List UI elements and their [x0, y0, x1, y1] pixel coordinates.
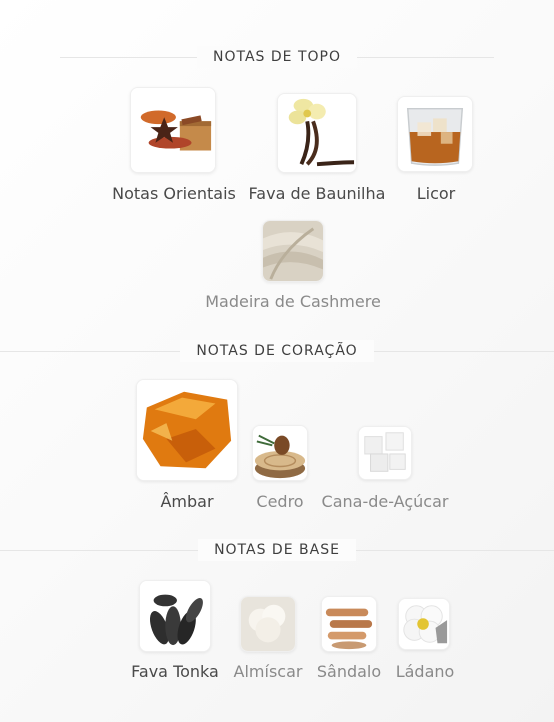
top-notes-title: NOTAS DE TOPO: [197, 46, 357, 68]
note-label: Fava Tonka: [131, 662, 219, 681]
note-label: Almíscar: [233, 662, 303, 681]
spices-icon: [130, 87, 216, 173]
vanilla-bean-icon: [277, 93, 357, 173]
top-notes-header: NOTAS DE TOPO: [0, 46, 554, 68]
tonka-beans-icon: [139, 580, 211, 652]
note-label: Cedro: [256, 492, 304, 511]
note-label: Madeira de Cashmere: [205, 292, 381, 311]
heart-notes-header: NOTAS DE CORAÇÃO: [0, 340, 554, 362]
cashmere-fabric-icon: [262, 220, 324, 282]
cistus-flower-icon: [398, 598, 450, 650]
heart-notes-title: NOTAS DE CORAÇÃO: [180, 340, 374, 362]
note-label: Sândalo: [316, 662, 382, 681]
base-notes-header: NOTAS DE BASE: [0, 539, 554, 561]
note-label: Fava de Baunilha: [248, 184, 386, 203]
note-label: Âmbar: [160, 492, 214, 511]
sugar-cubes-icon: [358, 426, 412, 480]
amber-resin-icon: [136, 379, 238, 481]
note-label: Licor: [416, 184, 456, 203]
note-label: Notas Orientais: [112, 184, 236, 203]
note-label: Cana-de-Açúcar: [321, 492, 449, 511]
sandalwood-sticks-icon: [321, 596, 377, 652]
musk-cotton-icon: [240, 596, 296, 652]
note-label: Ládano: [395, 662, 455, 681]
liquor-glass-icon: [397, 96, 473, 172]
base-notes-title: NOTAS DE BASE: [198, 539, 356, 561]
notes-page: NOTAS DE TOPO Notas Orientais Fava de Ba…: [0, 0, 554, 722]
cedar-wood-icon: [252, 425, 308, 481]
